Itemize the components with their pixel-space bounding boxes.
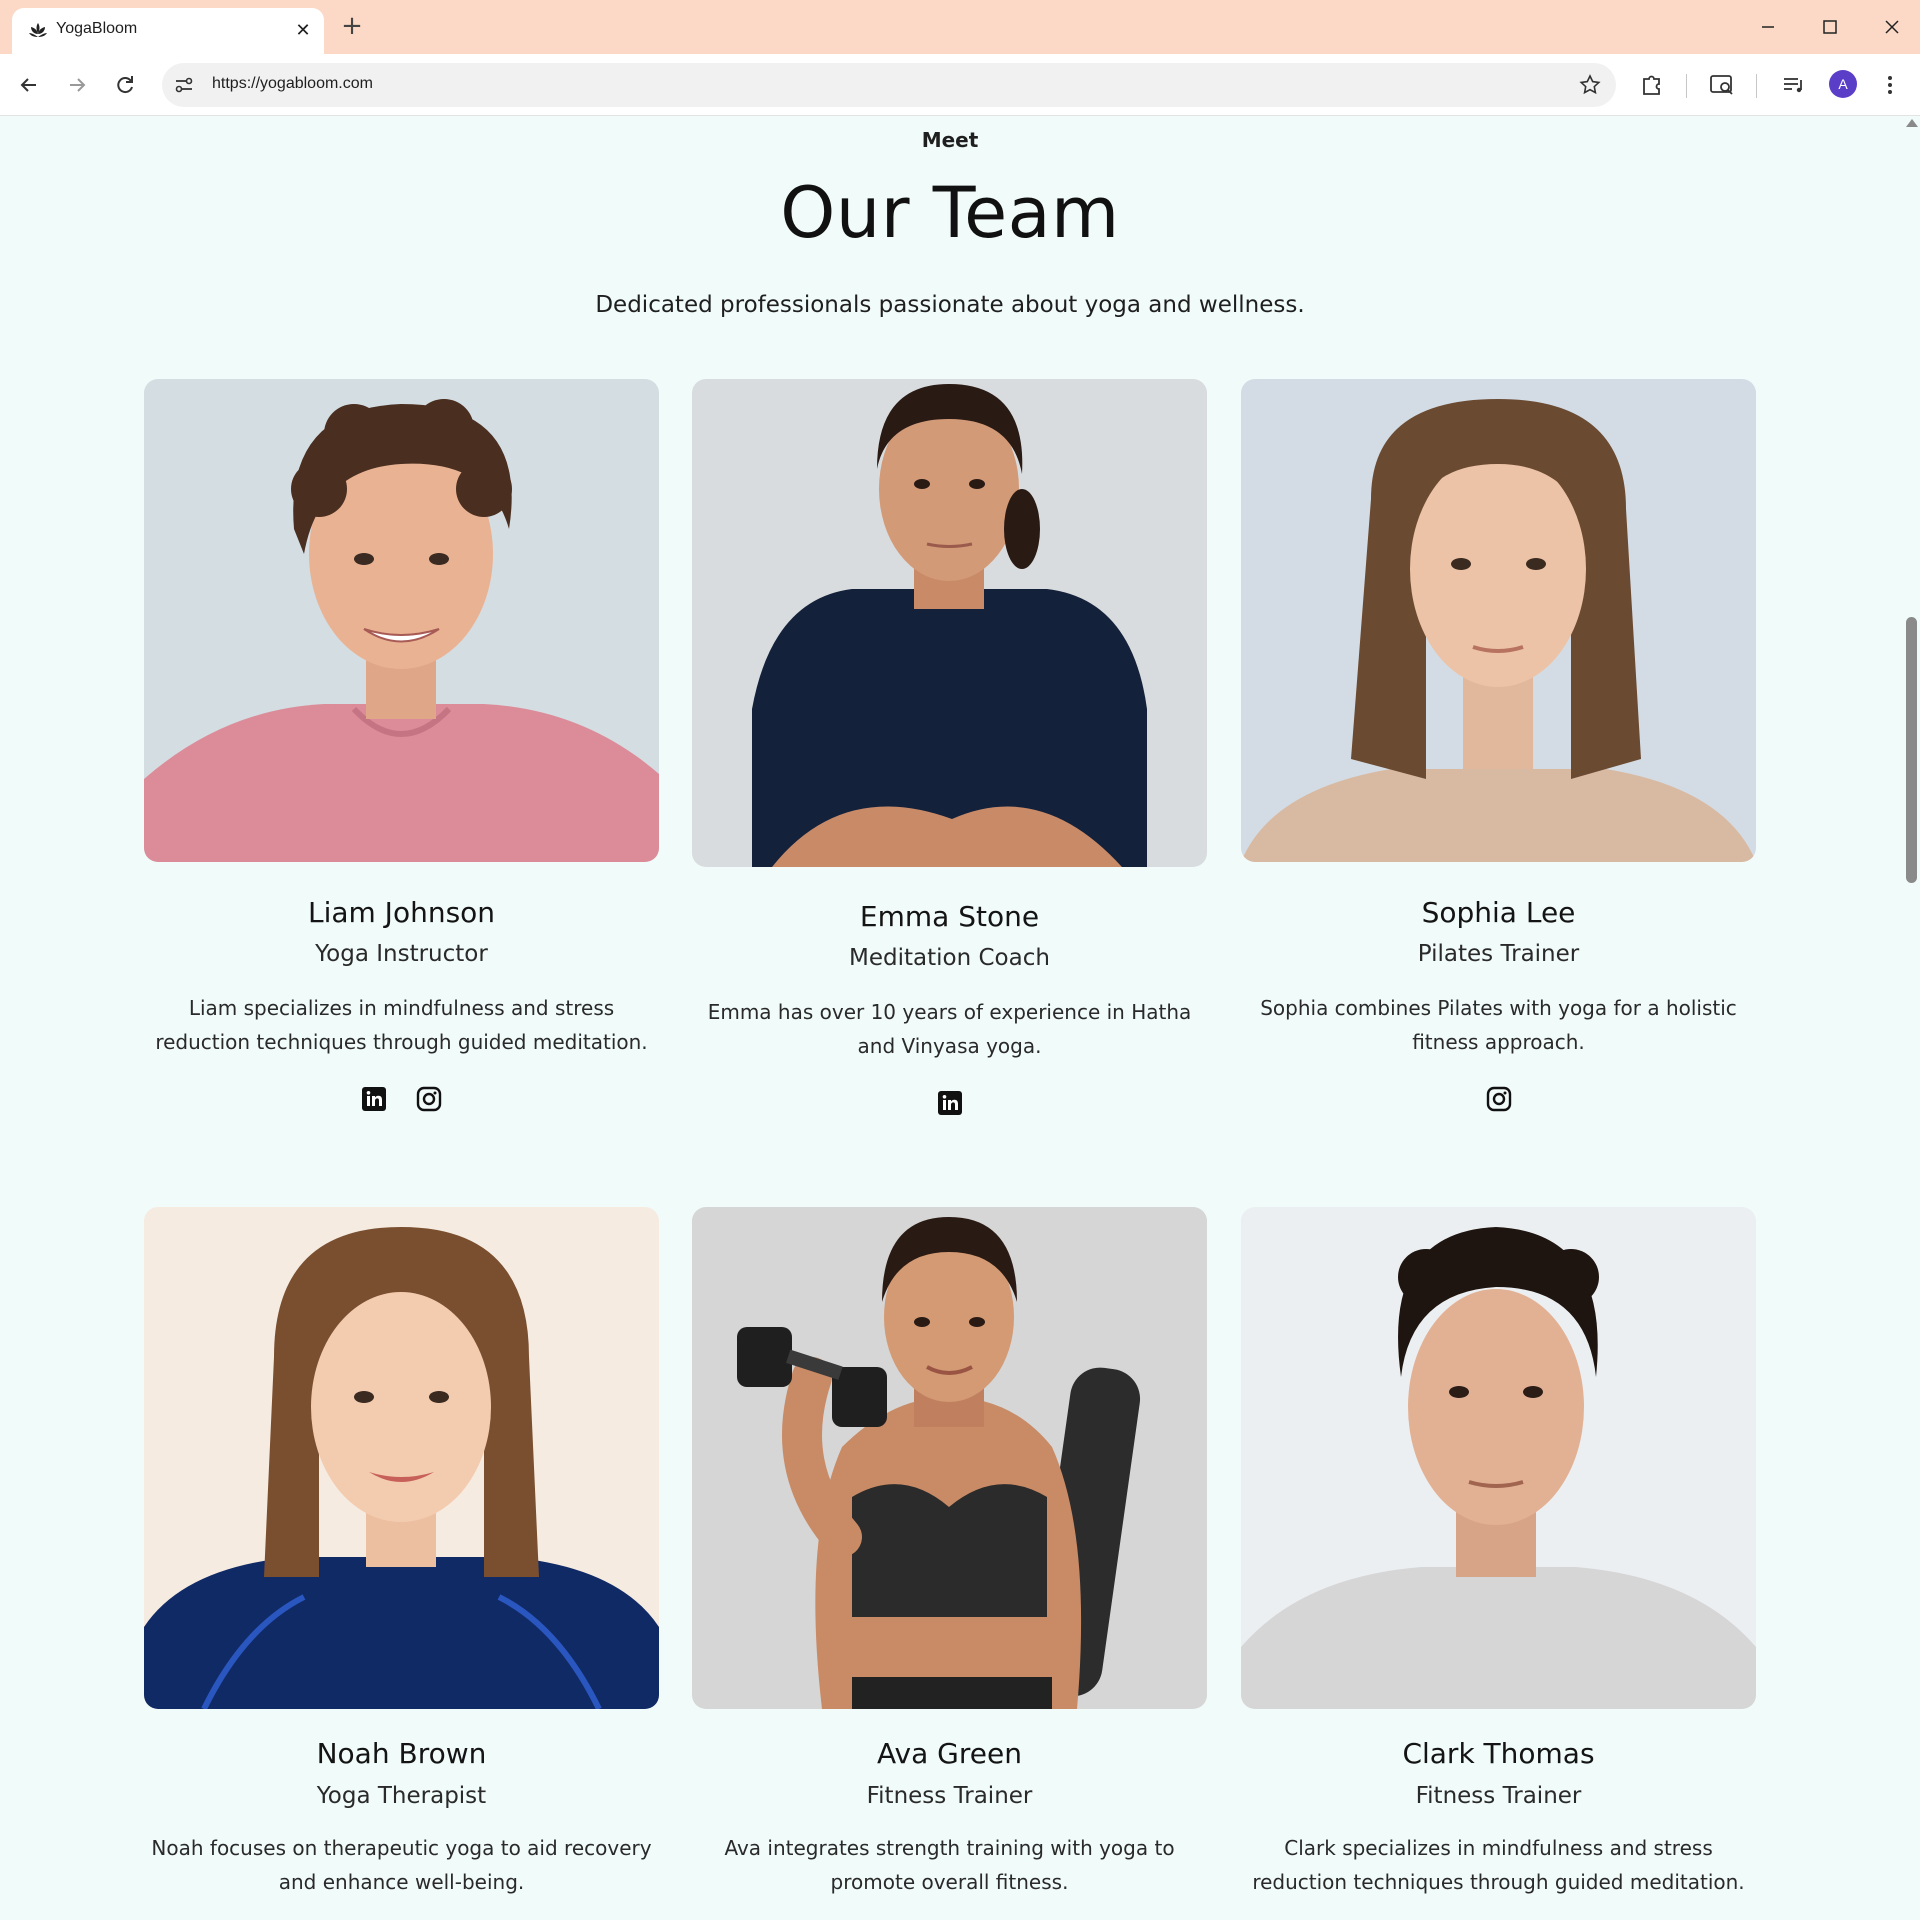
social-links [692,1090,1207,1120]
member-role: Fitness Trainer [1415,1783,1582,1809]
member-bio: Ava integrates strength training with yo… [724,1836,1175,1894]
member-role: Yoga Therapist [316,1783,487,1809]
toolbar-separator [1756,74,1757,98]
toolbar-separator [1686,74,1687,98]
forward-arrow-icon[interactable] [60,68,94,102]
team-photo [692,379,1207,867]
instagram-icon[interactable] [1486,1086,1512,1112]
tab-strip: YogaBloom ✕ + [0,0,1920,54]
member-name: Ava Green [877,1737,1022,1770]
member-bio: Emma has over 10 years of experience in … [707,1000,1192,1058]
minimize-icon[interactable] [1748,12,1788,42]
close-tab-icon[interactable]: ✕ [292,20,314,42]
back-arrow-icon[interactable] [12,68,46,102]
section-title: Our Team [780,172,1120,254]
team-photo [144,379,659,862]
profile-avatar[interactable]: A [1829,70,1857,98]
member-bio: Sophia combines Pilates with yoga for a … [1260,996,1737,1054]
page-scrollbar[interactable] [1904,117,1920,1920]
member-role: Pilates Trainer [1417,941,1580,967]
team-photo [1241,379,1756,862]
member-name: Liam Johnson [307,896,496,929]
member-role: Meditation Coach [849,945,1050,971]
bookmark-star-icon[interactable] [1578,73,1602,97]
team-photo [1241,1207,1756,1709]
reload-icon[interactable] [108,68,142,102]
team-photo [144,1207,659,1709]
maximize-icon[interactable] [1810,12,1850,42]
member-name: Sophia Lee [1421,896,1576,929]
member-role: Yoga Instructor [315,941,488,967]
lotus-favicon-icon [26,19,50,43]
member-name: Emma Stone [859,900,1040,933]
section-eyebrow: Meet [921,128,979,152]
member-role: Fitness Trainer [866,1783,1033,1809]
close-window-icon[interactable] [1872,12,1912,42]
new-tab-icon[interactable]: + [338,12,366,40]
address-bar[interactable]: https://yogabloom.com [162,63,1616,107]
social-links [144,1086,659,1116]
extensions-puzzle-icon[interactable] [1638,71,1666,99]
section-subtitle: Dedicated professionals passionate about… [595,292,1305,318]
tab-title: YogaBloom [56,20,138,37]
linkedin-icon[interactable] [937,1090,963,1116]
browser-toolbar: https://yogabloom.com A [0,54,1920,116]
url-text[interactable]: https://yogabloom.com [212,75,373,93]
member-bio: Noah focuses on therapeutic yoga to aid … [151,1836,652,1894]
instagram-icon[interactable] [416,1086,442,1112]
site-info-icon[interactable] [172,73,196,97]
media-playlist-icon[interactable] [1780,71,1808,99]
social-links [1241,1086,1756,1116]
search-tabs-icon[interactable] [1708,71,1736,99]
member-name: Noah Brown [316,1737,487,1770]
team-photo [692,1207,1207,1709]
member-name: Clark Thomas [1402,1737,1595,1770]
browser-tab[interactable]: YogaBloom ✕ [12,8,324,54]
scrollbar-thumb[interactable] [1906,617,1917,883]
linkedin-icon[interactable] [361,1086,387,1112]
scroll-up-arrow-icon[interactable] [1906,119,1918,127]
member-bio: Liam specializes in mindfulness and stre… [155,996,648,1054]
member-bio: Clark specializes in mindfulness and str… [1252,1836,1745,1894]
more-menu-icon[interactable] [1878,71,1902,99]
